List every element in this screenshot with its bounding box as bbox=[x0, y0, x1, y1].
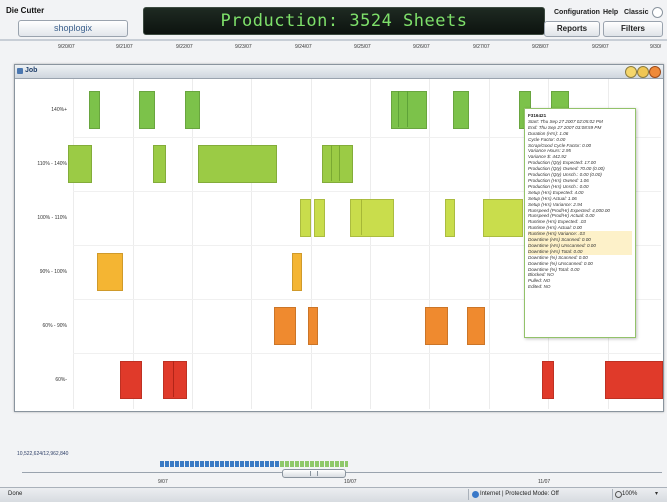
security-zone-text: Internet | Protected Mode: Off bbox=[480, 491, 559, 497]
timeline-blue-segments bbox=[160, 461, 280, 467]
job-bar[interactable] bbox=[97, 253, 123, 291]
job-bar[interactable] bbox=[300, 199, 311, 237]
date-tick: 9/28/07 bbox=[532, 44, 549, 50]
panel-icon bbox=[17, 68, 23, 74]
job-bar[interactable] bbox=[198, 145, 277, 183]
job-bar[interactable] bbox=[322, 145, 353, 183]
row-label-90-100: 90% - 100% bbox=[39, 269, 67, 275]
classic-toggle-icon[interactable] bbox=[652, 7, 663, 18]
job-bar[interactable] bbox=[391, 91, 427, 129]
chevron-down-icon[interactable]: ▾ bbox=[655, 490, 658, 497]
date-tick: 9/27/07 bbox=[473, 44, 490, 50]
job-titlebar: Job bbox=[15, 65, 663, 79]
header-separator bbox=[0, 39, 667, 41]
job-bar[interactable] bbox=[139, 91, 155, 129]
panel-title: Job bbox=[25, 67, 38, 74]
job-bar[interactable] bbox=[153, 145, 166, 183]
row-label-140-plus: 140%+ bbox=[51, 107, 67, 113]
date-tick: 9/26/07 bbox=[413, 44, 430, 50]
job-bar[interactable] bbox=[314, 199, 325, 237]
date-tick: 9/30/ bbox=[650, 44, 662, 50]
slider-grip-icon bbox=[310, 471, 318, 476]
row-label-60-90: 60% - 90% bbox=[42, 323, 67, 329]
status-text: Done bbox=[8, 491, 23, 497]
production-counter: 10,522,624/12,962,840 bbox=[17, 451, 69, 457]
row-label-100-110: 100% - 110% bbox=[37, 215, 67, 221]
help-link[interactable]: Help bbox=[603, 9, 618, 16]
minimize-icon[interactable] bbox=[625, 66, 637, 78]
date-tick: 9/22/07 bbox=[176, 44, 193, 50]
job-panel: Job 140%+ 110% - 140% 100% - 110% 90% - … bbox=[14, 64, 664, 412]
job-bar[interactable] bbox=[445, 199, 455, 237]
row-label-60-minus: 60%- bbox=[55, 377, 67, 383]
job-bar[interactable] bbox=[605, 361, 663, 399]
job-bar[interactable] bbox=[308, 307, 318, 345]
job-bar[interactable] bbox=[483, 199, 523, 237]
date-tick: 9/24/07 bbox=[295, 44, 312, 50]
date-tick: 9/21/07 bbox=[116, 44, 133, 50]
timeline-tick: 9/07 bbox=[158, 479, 168, 485]
date-tick: 9/23/07 bbox=[235, 44, 252, 50]
job-bar[interactable] bbox=[163, 361, 187, 399]
classic-link[interactable]: Classic bbox=[624, 9, 649, 16]
job-bar[interactable] bbox=[68, 145, 92, 183]
job-bar[interactable] bbox=[185, 91, 200, 129]
row-label-110-140: 110% - 140% bbox=[37, 161, 67, 167]
job-bar[interactable] bbox=[453, 91, 469, 129]
reports-button[interactable]: Reports bbox=[544, 21, 600, 37]
app-title: Die Cutter bbox=[6, 6, 45, 15]
configuration-link[interactable]: Configuration bbox=[554, 9, 600, 16]
tooltip-line: Edited: NO bbox=[528, 284, 551, 290]
timeline-slider[interactable] bbox=[282, 469, 346, 478]
close-icon[interactable] bbox=[649, 66, 661, 78]
date-tick: 9/29/07 bbox=[592, 44, 609, 50]
production-banner: Production: 3524 Sheets bbox=[143, 7, 545, 35]
zoom-icon[interactable] bbox=[615, 491, 622, 498]
job-bar[interactable] bbox=[350, 199, 394, 237]
date-tick: 9/25/07 bbox=[354, 44, 371, 50]
timeline-tick: 10/07 bbox=[344, 479, 357, 485]
globe-icon bbox=[472, 491, 479, 498]
maximize-icon[interactable] bbox=[637, 66, 649, 78]
job-bar[interactable] bbox=[292, 253, 302, 291]
date-tick: 9/20/07 bbox=[58, 44, 75, 50]
filters-button[interactable]: Filters bbox=[603, 21, 663, 37]
timeline-green-segments bbox=[280, 461, 348, 467]
timeline-tick: 11/07 bbox=[538, 479, 551, 485]
job-bar[interactable] bbox=[120, 361, 142, 399]
job-tooltip: F316421 Start: Thu Sep 27 2007 02:05:02 … bbox=[524, 108, 636, 338]
job-bar[interactable] bbox=[274, 307, 296, 345]
shoplogix-logo-button[interactable]: shoplogix bbox=[18, 20, 128, 37]
browser-status-bar: Done Internet | Protected Mode: Off 100%… bbox=[0, 487, 667, 502]
job-bar[interactable] bbox=[425, 307, 448, 345]
job-bar[interactable] bbox=[89, 91, 100, 129]
zoom-level[interactable]: 100% bbox=[622, 491, 637, 497]
job-bar[interactable] bbox=[542, 361, 554, 399]
job-bar[interactable] bbox=[467, 307, 485, 345]
